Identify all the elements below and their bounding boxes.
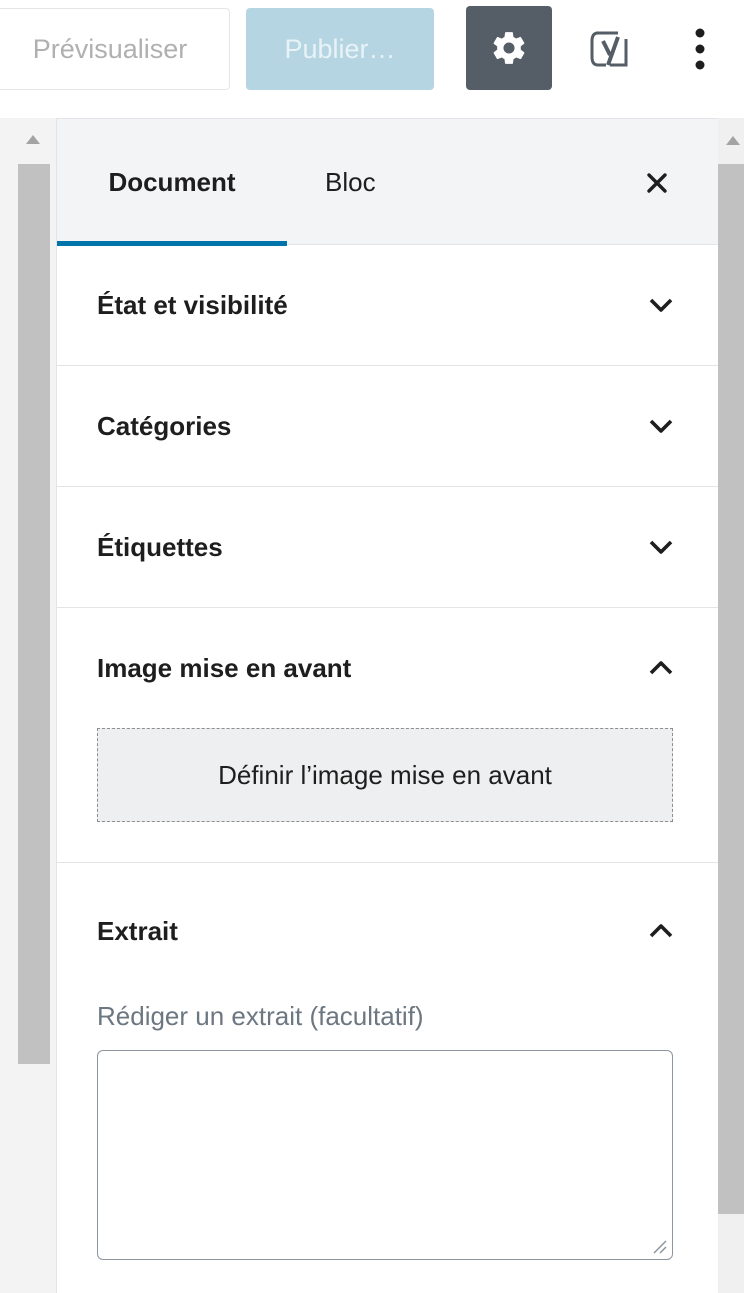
panel-title: Catégories xyxy=(97,410,232,441)
tab-bloc[interactable]: Bloc xyxy=(325,119,376,245)
panel-excerpt: Extrait Rédiger un extrait (facultatif) xyxy=(57,863,718,1260)
panel-title: Étiquettes xyxy=(97,531,223,562)
excerpt-field-label: Rédiger un extrait (facultatif) xyxy=(97,1001,424,1031)
set-featured-image-button[interactable]: Définir l’image mise en avant xyxy=(97,728,673,822)
excerpt-textarea[interactable] xyxy=(97,1050,673,1260)
right-scrollbar[interactable] xyxy=(718,118,744,1293)
panel-title: État et visibilité xyxy=(97,289,288,320)
sidebar-tabs: Document Bloc xyxy=(57,119,718,246)
scroll-up-arrow-icon[interactable] xyxy=(726,136,740,145)
panel-toggle[interactable]: Catégories xyxy=(57,366,718,486)
left-scroll-strip xyxy=(0,118,56,1293)
publish-button[interactable]: Publier… xyxy=(246,8,434,90)
settings-sidebar: Document Bloc État et visibilité Catégor… xyxy=(56,118,718,1293)
scroll-up-arrow-icon[interactable] xyxy=(26,135,40,144)
panel-featured-image: Image mise en avant Définir l’image mise… xyxy=(57,608,718,863)
chevron-up-icon xyxy=(649,661,673,675)
panel-toggle[interactable]: Étiquettes xyxy=(57,487,718,607)
yoast-icon xyxy=(590,31,628,67)
chevron-up-icon xyxy=(649,924,673,938)
tab-document[interactable]: Document xyxy=(57,119,287,246)
chevron-down-icon xyxy=(649,419,673,433)
panel-title: Extrait xyxy=(97,915,178,946)
chevron-down-icon xyxy=(649,540,673,554)
more-tools-button[interactable] xyxy=(676,8,724,90)
panel-title: Image mise en avant xyxy=(97,652,352,683)
close-icon xyxy=(647,173,667,193)
panel-toggle[interactable]: Image mise en avant xyxy=(57,608,718,728)
chevron-down-icon xyxy=(649,298,673,312)
close-sidebar-button[interactable] xyxy=(633,159,681,207)
editor-header-toolbar: Prévisualiser Publier… xyxy=(0,0,744,118)
yoast-seo-button[interactable] xyxy=(580,8,642,90)
scroll-thumb[interactable] xyxy=(718,164,744,1214)
resize-grip-icon[interactable] xyxy=(648,1235,668,1255)
panel-status-visibility: État et visibilité xyxy=(57,245,718,366)
panel-tags: Étiquettes xyxy=(57,487,718,608)
panel-categories: Catégories xyxy=(57,366,718,487)
settings-button[interactable] xyxy=(466,6,552,90)
preview-button[interactable]: Prévisualiser xyxy=(0,8,230,90)
scroll-thumb[interactable] xyxy=(18,164,50,1064)
panel-toggle[interactable]: Extrait xyxy=(57,871,718,991)
more-vertical-icon xyxy=(695,28,705,70)
gear-icon xyxy=(493,32,525,64)
panel-toggle[interactable]: État et visibilité xyxy=(57,245,718,365)
